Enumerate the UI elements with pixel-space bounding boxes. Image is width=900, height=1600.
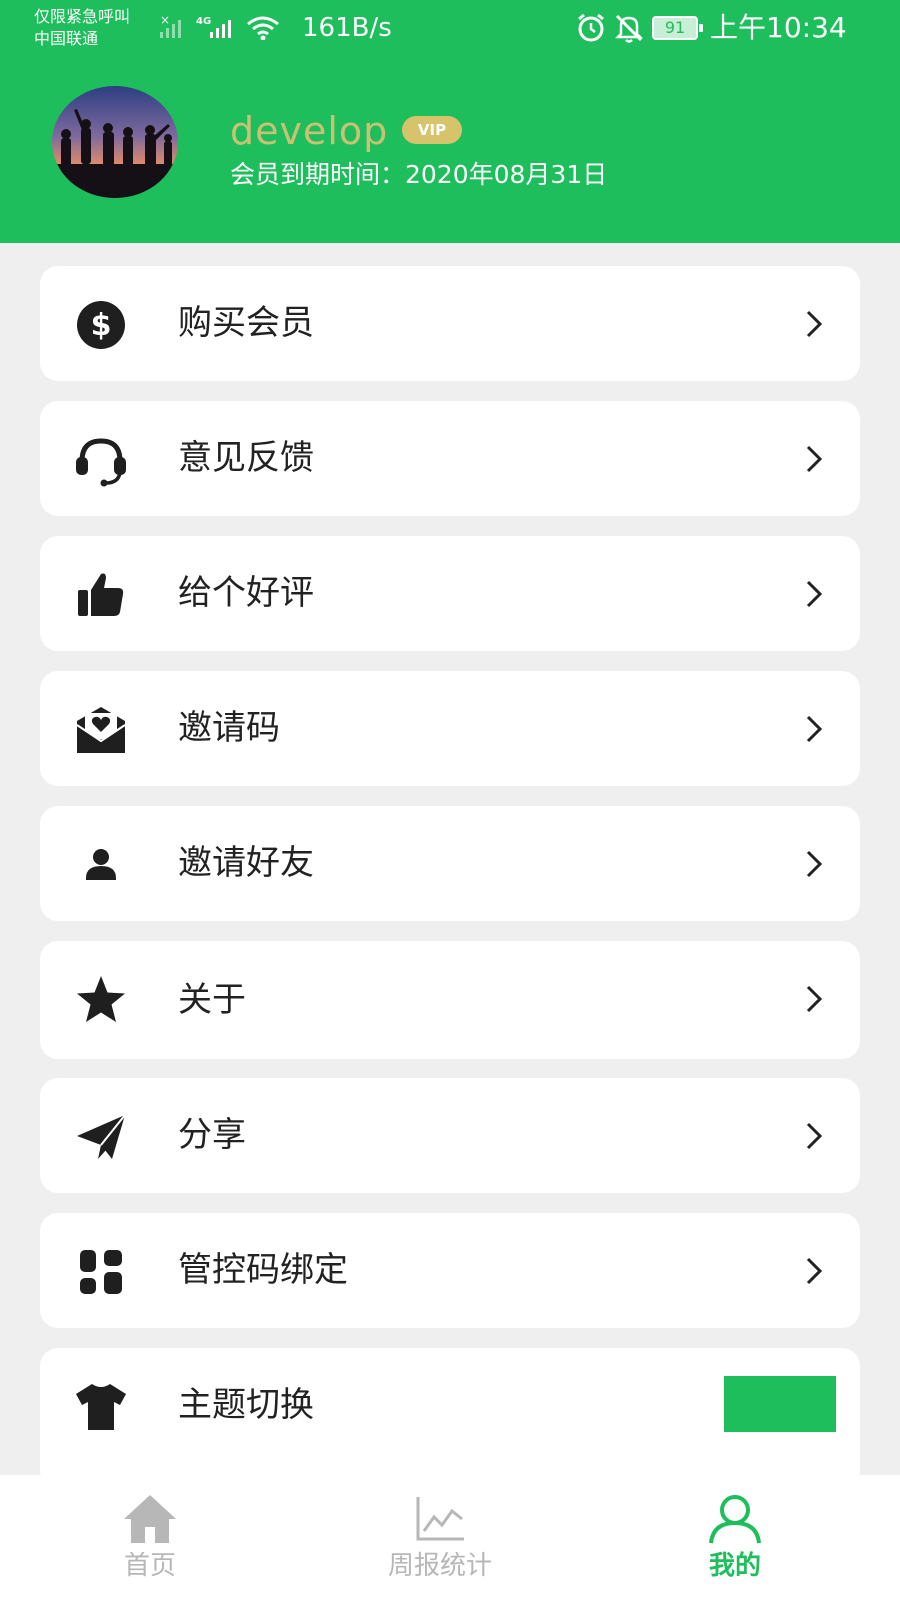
star-icon bbox=[77, 976, 125, 1022]
status-time: 上午10:34 bbox=[710, 11, 847, 44]
menu-item-theme-switch[interactable]: 主题切换 bbox=[40, 1348, 860, 1488]
menu-item-label: 购买会员 bbox=[178, 303, 314, 343]
menu-item-label: 邀请码 bbox=[178, 708, 280, 748]
bottom-tab-bar: 首页 周报统计 我的 bbox=[0, 1475, 900, 1600]
chevron-right-icon bbox=[806, 310, 823, 338]
status-right-group: 91 上午10:34 bbox=[576, 12, 866, 46]
menu-item-about[interactable]: 关于 bbox=[40, 941, 860, 1059]
chevron-right-icon bbox=[806, 985, 823, 1013]
menu-item-feedback[interactable]: 意见反馈 bbox=[40, 401, 860, 516]
menu-item-label: 关于 bbox=[178, 980, 246, 1020]
paper-plane-icon bbox=[77, 1114, 126, 1159]
profile-header: develop VIP 会员到期时间：2020年08月31日 bbox=[0, 58, 900, 243]
theme-color-swatch[interactable] bbox=[724, 1376, 836, 1432]
wifi-icon bbox=[247, 16, 279, 40]
menu-item-label: 管控码绑定 bbox=[178, 1250, 348, 1290]
tab-weekly-stats[interactable]: 周报统计 bbox=[290, 1475, 590, 1600]
tab-home[interactable]: 首页 bbox=[0, 1475, 300, 1600]
cellular-signal-icon: × 4G bbox=[160, 14, 279, 40]
status-bar: 仅限紧急呼叫 中国联通 × 4G 161B/s 91 上午10:34 bbox=[0, 0, 900, 58]
emergency-call-text: 仅限紧急呼叫 bbox=[34, 7, 131, 26]
menu-item-label: 意见反馈 bbox=[178, 438, 314, 478]
avatar[interactable] bbox=[52, 86, 178, 198]
grid-blocks-icon bbox=[80, 1250, 122, 1294]
menu-item-invite-code[interactable]: 邀请码 bbox=[40, 671, 860, 786]
profile-screen: 仅限紧急呼叫 中国联通 × 4G 161B/s 91 上午10:34 devel… bbox=[0, 0, 900, 1600]
t-shirt-icon bbox=[76, 1384, 126, 1430]
menu-item-label: 主题切换 bbox=[178, 1385, 314, 1425]
chevron-right-icon bbox=[806, 1122, 823, 1150]
person-icon bbox=[709, 1495, 761, 1544]
thumbs-up-icon bbox=[78, 573, 124, 616]
chevron-right-icon bbox=[806, 715, 823, 743]
svg-text:×: × bbox=[160, 14, 170, 27]
dollar-coin-icon: $ bbox=[77, 301, 125, 349]
mute-bell-icon bbox=[614, 14, 644, 43]
menu-item-invite-friends[interactable]: 邀请好友 bbox=[40, 806, 860, 921]
net-speed: 161B/s bbox=[302, 13, 392, 43]
tab-label: 我的 bbox=[708, 1551, 761, 1581]
chevron-right-icon bbox=[806, 445, 823, 473]
line-chart-icon bbox=[416, 1497, 464, 1541]
menu-item-share[interactable]: 分享 bbox=[40, 1078, 860, 1193]
chevron-right-icon bbox=[806, 1257, 823, 1285]
network-type-label: 4G bbox=[196, 16, 211, 27]
vip-badge: VIP bbox=[402, 116, 462, 144]
tab-mine[interactable]: 我的 bbox=[585, 1475, 885, 1600]
battery-icon: 91 bbox=[652, 16, 703, 40]
chevron-right-icon bbox=[806, 580, 823, 608]
envelope-heart-icon bbox=[76, 707, 126, 753]
tab-label: 首页 bbox=[123, 1551, 176, 1581]
menu-item-label: 邀请好友 bbox=[178, 843, 314, 883]
carrier-info: 仅限紧急呼叫 中国联通 bbox=[34, 6, 130, 50]
menu-item-control-code-binding[interactable]: 管控码绑定 bbox=[40, 1213, 860, 1328]
menu-item-buy-membership[interactable]: $ 购买会员 bbox=[40, 266, 860, 381]
chevron-right-icon bbox=[806, 850, 823, 878]
menu-item-rate-app[interactable]: 给个好评 bbox=[40, 536, 860, 651]
headset-icon bbox=[76, 438, 126, 487]
home-icon bbox=[124, 1495, 176, 1543]
membership-expiry: 会员到期时间：2020年08月31日 bbox=[230, 160, 608, 189]
alarm-icon bbox=[578, 13, 604, 42]
user-icon bbox=[86, 849, 116, 880]
carrier-name: 中国联通 bbox=[34, 29, 99, 48]
tab-label: 周报统计 bbox=[387, 1551, 492, 1581]
menu-item-label: 分享 bbox=[178, 1115, 246, 1155]
username: develop bbox=[230, 109, 389, 153]
menu-item-label: 给个好评 bbox=[178, 573, 314, 613]
svg-text:$: $ bbox=[91, 308, 112, 343]
